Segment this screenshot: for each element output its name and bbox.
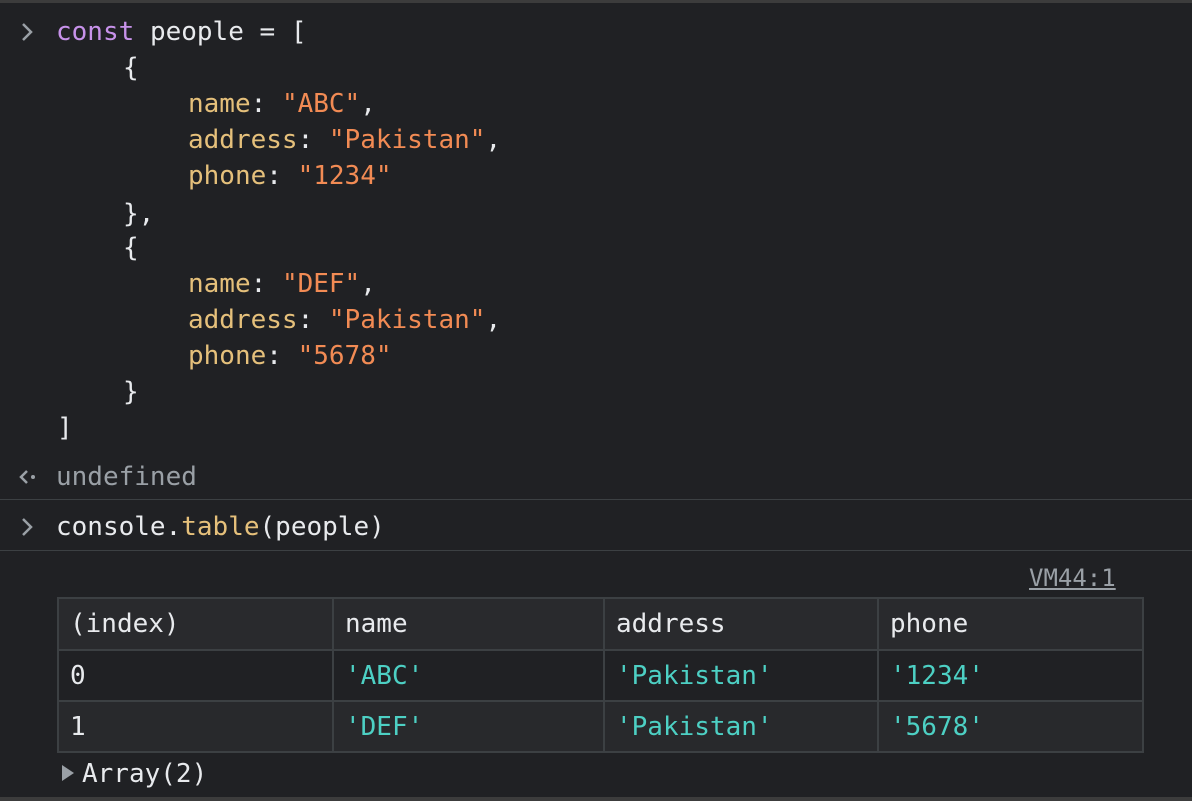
table-cell-index: 0	[57, 649, 334, 702]
array-label: Array(2)	[82, 759, 208, 789]
table-cell: '1234'	[877, 649, 1144, 702]
property-key: name	[188, 269, 251, 299]
result-undefined: undefined	[56, 462, 197, 492]
string-value: "Pakistan"	[328, 305, 486, 335]
array-open-bracket: [	[290, 17, 307, 47]
table-row: 1 'DEF' 'Pakistan' '5678'	[57, 700, 1144, 753]
keyword-const: const	[56, 17, 135, 47]
column-header-index[interactable]: (index)	[57, 597, 334, 651]
code-line-name: name: "ABC",	[188, 89, 376, 119]
separator	[0, 499, 1192, 500]
code-line-address: address: "Pakistan",	[188, 125, 502, 155]
variable-name: people	[149, 17, 244, 47]
object-close-brace: }	[123, 377, 139, 407]
table-cell: 'DEF'	[332, 700, 605, 753]
table-cell: '5678'	[877, 700, 1144, 753]
string-value: "ABC"	[281, 89, 361, 119]
input-prompt-chevron-icon	[16, 18, 40, 48]
expand-triangle-icon[interactable]	[62, 764, 74, 781]
code-line-name: name: "DEF",	[188, 269, 376, 299]
object-open-brace: {	[123, 53, 139, 83]
column-header-name[interactable]: name	[332, 597, 605, 651]
code-line-phone: phone: "1234"	[188, 161, 392, 191]
method-name: table	[181, 512, 260, 542]
bottom-border	[0, 797, 1192, 801]
source-link[interactable]: VM44:1	[1029, 563, 1116, 593]
property-key: phone	[188, 341, 267, 371]
code-line-address: address: "Pakistan",	[188, 305, 502, 335]
string-value: "5678"	[297, 341, 392, 371]
property-key: phone	[188, 161, 267, 191]
object-open-brace: {	[123, 233, 139, 263]
code-line-console-table: console.table(people)	[56, 512, 385, 542]
input-prompt-chevron-icon	[16, 513, 40, 543]
code-line-declaration: const people = [	[56, 14, 306, 50]
property-key: name	[188, 89, 251, 119]
table-row: 0 'ABC' 'Pakistan' '1234'	[57, 649, 1144, 702]
string-value: "1234"	[297, 161, 392, 191]
table-header-row: (index) name address phone	[57, 597, 1144, 651]
object-close-brace: },	[123, 199, 155, 229]
separator	[0, 550, 1192, 551]
column-header-phone[interactable]: phone	[877, 597, 1144, 651]
property-key: address	[188, 125, 298, 155]
top-border	[0, 0, 1192, 3]
code-line-phone: phone: "5678"	[188, 341, 392, 371]
array-expander[interactable]: Array(2)	[62, 759, 207, 789]
table-cell: 'Pakistan'	[603, 700, 879, 753]
argument: people	[275, 512, 370, 542]
result-arrow-icon	[16, 463, 40, 493]
table-cell: 'Pakistan'	[603, 649, 879, 702]
table-cell: 'ABC'	[332, 649, 605, 702]
console-object: console	[56, 512, 166, 542]
string-value: "DEF"	[281, 269, 361, 299]
array-close-bracket: ]	[57, 413, 73, 443]
property-key: address	[188, 305, 298, 335]
console-table: (index) name address phone 0 'ABC' 'Paki…	[57, 597, 1144, 753]
equals-sign: =	[259, 17, 276, 47]
column-header-address[interactable]: address	[603, 597, 879, 651]
string-value: "Pakistan"	[328, 125, 486, 155]
table-cell-index: 1	[57, 700, 334, 753]
